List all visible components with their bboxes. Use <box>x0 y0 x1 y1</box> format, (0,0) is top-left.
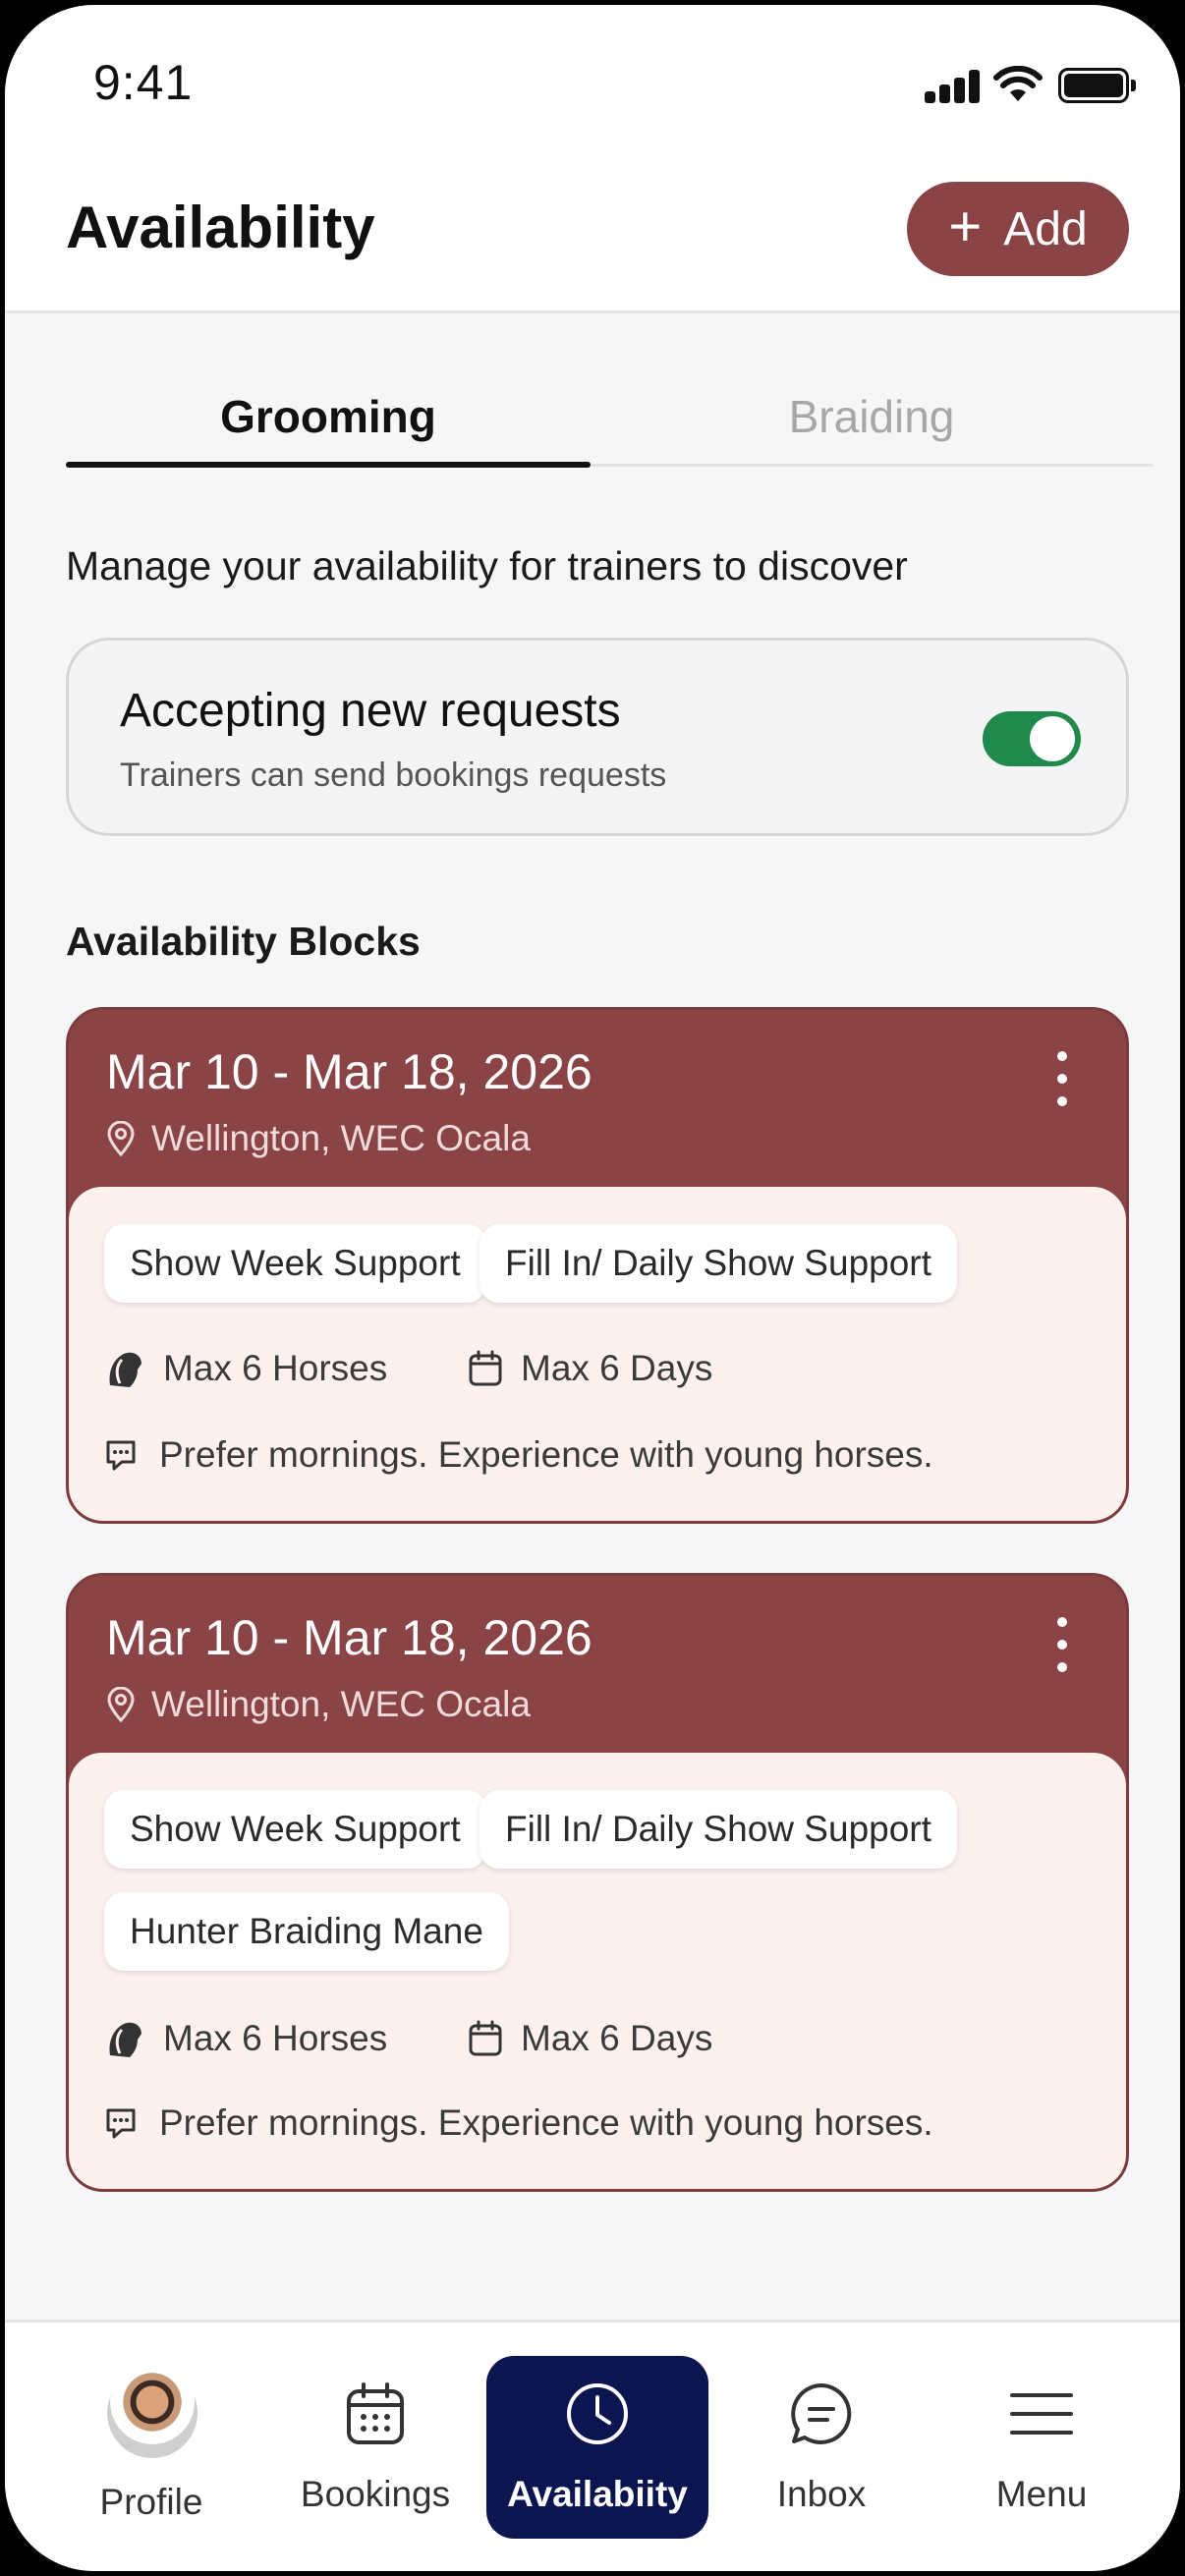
avatar <box>107 2368 198 2458</box>
max-days: Max 6 Days <box>468 1348 712 1389</box>
service-tag: Fill In/ Daily Show Support <box>480 1790 957 1869</box>
tab-braiding[interactable]: Braiding <box>591 390 1153 443</box>
accepting-requests-card: Accepting new requests Trainers can send… <box>66 638 1129 836</box>
nav-profile-label: Profile <box>99 2482 203 2522</box>
menu-icon <box>1010 2393 1073 2435</box>
service-tag: Show Week Support <box>104 1790 486 1869</box>
block-location-text: Wellington, WEC Ocala <box>151 1118 531 1158</box>
more-options-icon[interactable] <box>1051 1049 1071 1108</box>
location-pin-icon <box>107 1687 135 1722</box>
nav-menu-label: Menu <box>995 2474 1088 2514</box>
nav-inbox-label: Inbox <box>776 2474 867 2514</box>
block-note-text: Prefer mornings. Experience with young h… <box>159 2102 933 2143</box>
availability-block[interactable]: Mar 10 - Mar 18, 2026 Wellington, WEC Oc… <box>66 1573 1129 2192</box>
status-bar: 9:41 <box>5 5 1180 133</box>
block-note: Prefer mornings. Experience with young h… <box>104 2102 933 2144</box>
service-tabs: Grooming Braiding <box>66 378 1153 468</box>
block-details: Show Week Support Fill In/ Daily Show Su… <box>69 1187 1126 1521</box>
calendar-icon <box>469 2020 502 2056</box>
battery-icon <box>1058 68 1137 103</box>
block-location-text: Wellington, WEC Ocala <box>151 1684 531 1724</box>
phone-screen: 9:41 Availability + Add Grooming Braidin… <box>0 0 1185 2576</box>
max-horses-text: Max 6 Horses <box>163 2018 388 2058</box>
accepting-requests-toggle[interactable] <box>983 711 1081 766</box>
horse-head-icon <box>109 1352 141 1387</box>
add-button[interactable]: + Add <box>907 182 1129 276</box>
nav-availability-label: Availabiity <box>507 2474 688 2514</box>
active-tab-indicator <box>66 462 591 468</box>
comment-icon <box>106 1440 136 1471</box>
page-subtitle: Manage your availability for trainers to… <box>66 543 908 588</box>
add-button-label: Add <box>1003 202 1088 255</box>
more-options-icon[interactable] <box>1051 1615 1071 1674</box>
availability-blocks-heading: Availability Blocks <box>66 919 421 964</box>
block-location: Wellington, WEC Ocala <box>106 1118 531 1159</box>
nav-profile[interactable]: Profile <box>40 2356 262 2539</box>
nav-availability[interactable]: Availabiity <box>486 2356 708 2539</box>
block-details: Show Week Support Fill In/ Daily Show Su… <box>69 1753 1126 2189</box>
max-horses: Max 6 Horses <box>104 2018 387 2059</box>
availability-block[interactable]: Mar 10 - Mar 18, 2026 Wellington, WEC Oc… <box>66 1007 1129 1524</box>
service-tag: Show Week Support <box>104 1224 486 1303</box>
block-location: Wellington, WEC Ocala <box>106 1684 531 1725</box>
header: Availability + Add <box>5 133 1180 313</box>
block-note: Prefer mornings. Experience with young h… <box>104 1434 933 1476</box>
plus-icon: + <box>948 195 983 258</box>
page-title: Availability <box>66 195 375 260</box>
toggle-knob <box>1030 716 1075 761</box>
calendar-icon <box>347 2382 404 2444</box>
status-time: 9:41 <box>93 55 194 110</box>
wifi-icon <box>993 66 1043 101</box>
comment-icon <box>106 2108 136 2139</box>
nav-inbox[interactable]: Inbox <box>710 2356 932 2539</box>
accepting-subtitle: Trainers can send bookings requests <box>120 756 667 794</box>
clock-icon <box>567 2383 628 2444</box>
calendar-icon <box>469 1350 502 1386</box>
block-note-text: Prefer mornings. Experience with young h… <box>159 1434 933 1475</box>
max-days-text: Max 6 Days <box>521 1348 713 1388</box>
nav-bookings-label: Bookings <box>300 2474 451 2514</box>
horse-head-icon <box>109 2022 141 2057</box>
location-pin-icon <box>107 1121 135 1156</box>
cellular-signal-icon <box>925 70 982 103</box>
block-date-range: Mar 10 - Mar 18, 2026 <box>106 1044 592 1099</box>
max-horses-text: Max 6 Horses <box>163 1348 388 1388</box>
nav-menu[interactable]: Menu <box>931 2356 1153 2539</box>
max-days-text: Max 6 Days <box>521 2018 713 2058</box>
tab-grooming[interactable]: Grooming <box>66 390 591 443</box>
service-tag: Fill In/ Daily Show Support <box>480 1224 957 1303</box>
max-days: Max 6 Days <box>468 2018 712 2059</box>
accepting-title: Accepting new requests <box>120 685 621 737</box>
chat-icon <box>791 2383 852 2444</box>
nav-bookings[interactable]: Bookings <box>264 2356 486 2539</box>
service-tag: Hunter Braiding Mane <box>104 1892 509 1971</box>
max-horses: Max 6 Horses <box>104 1348 387 1389</box>
block-date-range: Mar 10 - Mar 18, 2026 <box>106 1610 592 1665</box>
bottom-nav: Profile Bookings Availabiity Inbox Menu <box>5 2320 1180 2571</box>
